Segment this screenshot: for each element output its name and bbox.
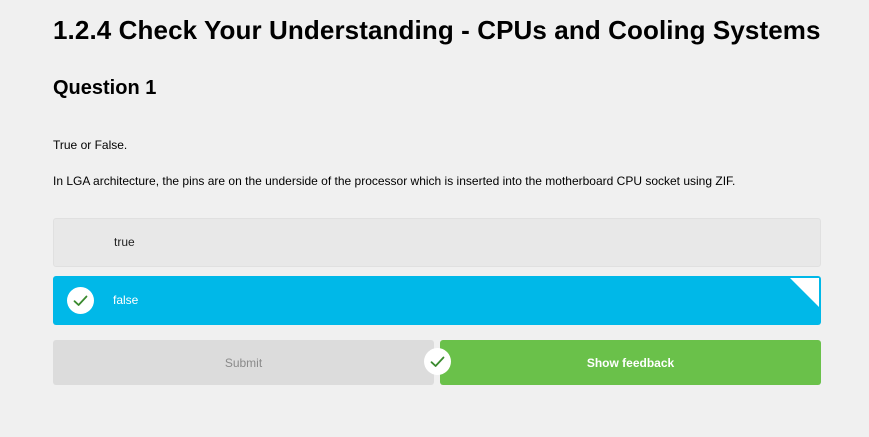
question-statement: In LGA architecture, the pins are on the…: [53, 174, 736, 188]
check-icon: [424, 348, 451, 375]
question-prompt: True or False.: [53, 138, 128, 152]
check-icon: [67, 287, 94, 314]
option-label: true: [114, 235, 135, 249]
quiz-page: 1.2.4 Check Your Understanding - CPUs an…: [0, 0, 869, 437]
submit-button[interactable]: Submit: [53, 340, 434, 385]
show-feedback-button[interactable]: Show feedback: [440, 340, 821, 385]
option-label: false: [113, 293, 139, 307]
option-true[interactable]: true: [53, 218, 821, 267]
page-title: 1.2.4 Check Your Understanding - CPUs an…: [53, 15, 821, 45]
selected-corner-flag: [790, 278, 819, 307]
question-heading: Question 1: [53, 77, 157, 99]
option-false[interactable]: false: [53, 276, 821, 325]
